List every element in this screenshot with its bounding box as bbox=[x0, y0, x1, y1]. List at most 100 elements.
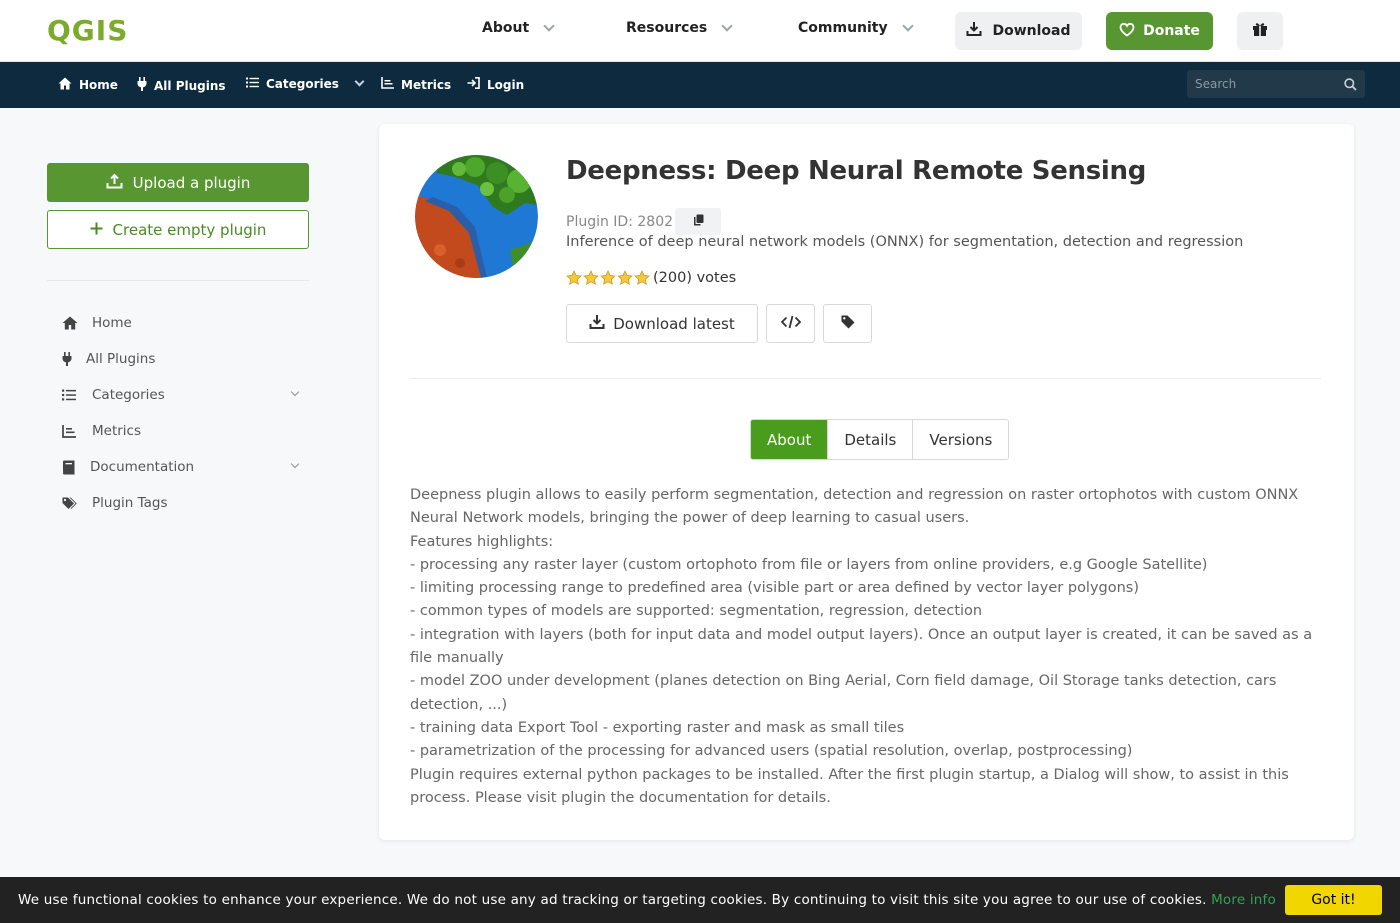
plugin-logo bbox=[415, 155, 538, 278]
download-label: Download bbox=[992, 23, 1071, 39]
heart-icon bbox=[1119, 22, 1135, 41]
cookie-message: We use functional cookies to enhance you… bbox=[18, 892, 1276, 908]
chart-icon bbox=[381, 77, 394, 92]
plugin-description: Inference of deep neural network models … bbox=[566, 234, 1244, 250]
chevron-down-icon bbox=[721, 19, 733, 32]
about-line: - model ZOO under development (planes de… bbox=[410, 673, 1277, 713]
download-icon bbox=[589, 314, 605, 334]
sidebar-item-label: Home bbox=[92, 315, 132, 331]
upload-plugin-label: Upload a plugin bbox=[132, 173, 251, 192]
nav-resources-label: Resources bbox=[626, 20, 708, 36]
about-line: - limiting processing range to predefine… bbox=[410, 580, 1140, 597]
plus-icon bbox=[90, 221, 103, 239]
sidebar-item-label: Categories bbox=[92, 387, 165, 403]
plugin-id-label: Plugin ID: 2802 bbox=[566, 213, 674, 230]
nav-resources[interactable]: Resources bbox=[626, 19, 733, 36]
create-empty-plugin-button[interactable]: Create empty plugin bbox=[47, 210, 309, 249]
tags-button[interactable] bbox=[823, 304, 872, 343]
about-line: Deepness plugin allows to easily perform… bbox=[410, 487, 1299, 527]
sidebar-item-metrics[interactable]: Metrics bbox=[62, 421, 302, 441]
tags-icon bbox=[62, 497, 84, 510]
search-input[interactable] bbox=[1187, 70, 1365, 98]
search-box bbox=[1187, 70, 1365, 98]
donate-label: Donate bbox=[1143, 23, 1200, 39]
star-icon bbox=[583, 270, 599, 285]
gift-button[interactable] bbox=[1237, 12, 1283, 50]
about-line: - training data Export Tool - exporting … bbox=[410, 719, 905, 736]
search-icon[interactable] bbox=[1344, 76, 1357, 95]
list-icon bbox=[246, 77, 259, 91]
plugin-card: Deepness: Deep Neural Remote Sensing Plu… bbox=[379, 124, 1354, 840]
more-info-link[interactable]: More info bbox=[1211, 892, 1276, 908]
sidebar-divider bbox=[47, 280, 309, 281]
subnav-all-plugins-label: All Plugins bbox=[154, 78, 226, 93]
copy-id-button[interactable] bbox=[675, 208, 722, 235]
star-icon bbox=[617, 270, 633, 285]
sidebar-item-label: Metrics bbox=[92, 423, 142, 439]
plugin-tabs: About Details Versions bbox=[750, 419, 1010, 460]
create-empty-plugin-label: Create empty plugin bbox=[112, 220, 267, 239]
cookie-text: We use functional cookies to enhance you… bbox=[18, 892, 1207, 908]
download-latest-label: Download latest bbox=[613, 314, 735, 333]
download-latest-button[interactable]: Download latest bbox=[566, 304, 758, 343]
sidebar-item-home[interactable]: Home bbox=[62, 313, 302, 333]
upload-icon bbox=[106, 173, 123, 193]
plugins-navbar: Home All Plugins Categories Metrics Logi… bbox=[0, 62, 1400, 108]
subnav-metrics[interactable]: Metrics bbox=[381, 77, 451, 92]
subnav-home-label: Home bbox=[79, 78, 118, 92]
subnav-categories[interactable]: Categories bbox=[246, 76, 365, 91]
gift-icon bbox=[1252, 21, 1268, 41]
sidebar-item-plugin-tags[interactable]: Plugin Tags bbox=[62, 493, 302, 513]
sidebar-item-documentation[interactable]: Documentation bbox=[62, 457, 302, 477]
sidebar-item-categories[interactable]: Categories bbox=[62, 385, 302, 405]
nav-about[interactable]: About bbox=[482, 19, 555, 36]
home-icon bbox=[62, 316, 84, 330]
tab-versions[interactable]: Versions bbox=[913, 420, 1009, 459]
card-divider bbox=[410, 378, 1321, 379]
sidebar-item-label: Documentation bbox=[90, 459, 195, 475]
plugin-actions: Download latest bbox=[566, 304, 872, 343]
upload-plugin-button[interactable]: Upload a plugin bbox=[47, 163, 309, 202]
rating-stars bbox=[566, 270, 650, 286]
top-header: QGIS About Resources Community Download … bbox=[0, 0, 1400, 62]
subnav-login-label: Login bbox=[487, 77, 525, 92]
about-content: Deepness plugin allows to easily perform… bbox=[410, 484, 1325, 810]
download-icon bbox=[966, 21, 982, 41]
subnav-metrics-label: Metrics bbox=[401, 77, 452, 92]
qgis-logo[interactable]: QGIS bbox=[47, 14, 128, 47]
nav-community[interactable]: Community bbox=[798, 19, 914, 36]
tab-about[interactable]: About bbox=[751, 420, 829, 459]
about-line: - integration with layers (both for inpu… bbox=[410, 626, 1313, 667]
source-code-button[interactable] bbox=[766, 304, 815, 343]
chevron-down-icon bbox=[354, 76, 365, 87]
copy-icon bbox=[693, 214, 704, 230]
subnav-categories-label: Categories bbox=[266, 77, 339, 91]
star-icon bbox=[634, 270, 650, 285]
home-icon bbox=[58, 77, 72, 93]
chart-icon bbox=[62, 424, 84, 438]
login-icon bbox=[467, 77, 480, 92]
sidebar-item-all-plugins[interactable]: All Plugins bbox=[62, 349, 302, 369]
about-line: - common types of models are supported: … bbox=[410, 603, 983, 620]
chevron-down-icon bbox=[901, 19, 914, 32]
about-line: Plugin requires external python packages… bbox=[410, 766, 1289, 806]
nav-community-label: Community bbox=[798, 20, 888, 36]
subnav-login[interactable]: Login bbox=[467, 77, 524, 92]
plugin-id: Plugin ID: 2802 bbox=[566, 208, 722, 235]
sidebar-item-label: All Plugins bbox=[86, 351, 156, 367]
subnav-all-plugins[interactable]: All Plugins bbox=[137, 77, 226, 94]
code-icon bbox=[780, 315, 801, 333]
donate-button[interactable]: Donate bbox=[1106, 12, 1213, 50]
subnav-home[interactable]: Home bbox=[58, 77, 118, 93]
cookie-banner: We use functional cookies to enhance you… bbox=[0, 877, 1400, 923]
tab-details[interactable]: Details bbox=[828, 420, 914, 459]
chevron-down-icon bbox=[290, 459, 300, 469]
sidebar-item-label: Plugin Tags bbox=[92, 495, 168, 511]
plugin-rating: (200) votes bbox=[566, 270, 736, 286]
list-icon bbox=[62, 389, 84, 401]
cookie-accept-button[interactable]: Got it! bbox=[1285, 885, 1382, 915]
nav-about-label: About bbox=[482, 20, 530, 36]
chevron-down-icon bbox=[543, 19, 555, 32]
download-button[interactable]: Download bbox=[955, 12, 1082, 50]
votes-count: (200) votes bbox=[653, 270, 737, 286]
